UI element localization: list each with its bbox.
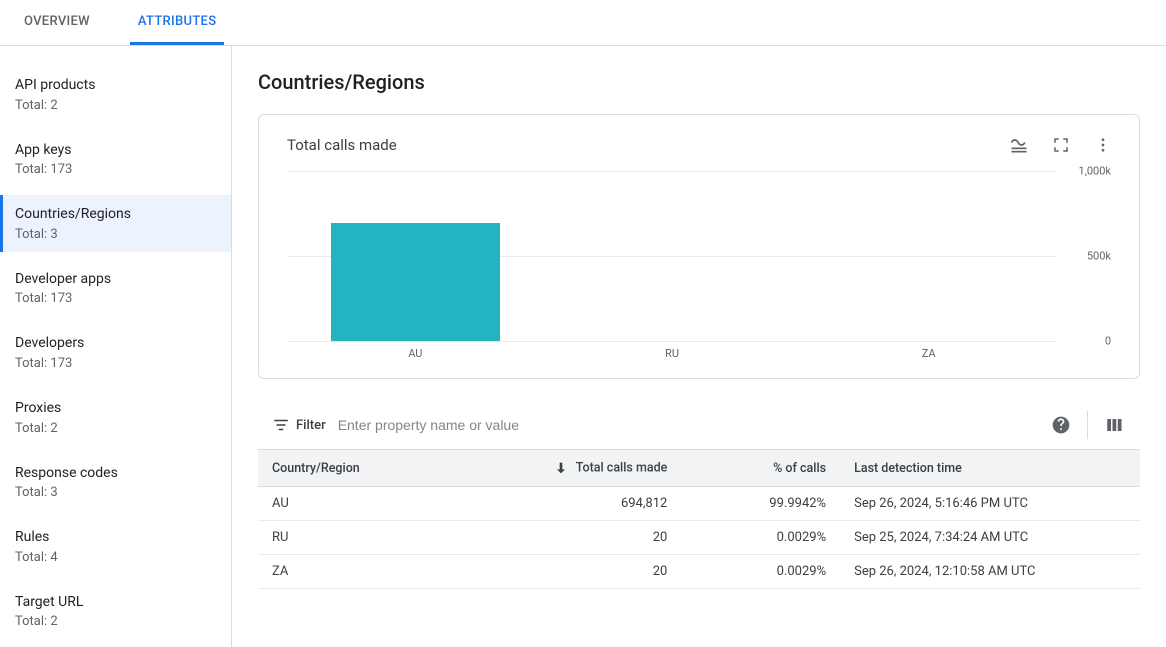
chart: 1,000k500k0 AURUZA (259, 171, 1139, 360)
cell-calls: 20 (523, 521, 682, 555)
table-body: AU694,81299.9942%Sep 26, 2024, 5:16:46 P… (258, 487, 1140, 589)
sidebar-item-label: Proxies (15, 399, 219, 419)
columns-icon[interactable] (1102, 413, 1126, 437)
sidebar-item-total: Total: 3 (15, 485, 219, 500)
cell-country: RU (258, 521, 523, 555)
chart-card: Total calls made (258, 114, 1140, 379)
sidebar-item-total: Total: 2 (15, 98, 219, 113)
sidebar-item[interactable]: Developers Total: 173 (0, 324, 231, 381)
chart-xtick-label: RU (544, 347, 801, 360)
sidebar-item[interactable]: Target URLTotal: 2 (0, 583, 231, 640)
sidebar-item[interactable]: Proxies Total: 2 (0, 389, 231, 446)
table-section: Filter (258, 403, 1140, 589)
col-calls[interactable]: Total calls made (523, 450, 682, 487)
col-pct[interactable]: % of calls (681, 450, 840, 487)
chart-title: Total calls made (287, 136, 397, 154)
sidebar-item-total: Total: 2 (15, 421, 219, 436)
sort-desc-icon (553, 460, 569, 476)
chart-bar-slot (800, 171, 1057, 341)
col-last[interactable]: Last detection time (840, 450, 1140, 487)
sidebar-item-label: Rules (15, 528, 219, 548)
chart-bar (331, 223, 500, 341)
table-row[interactable]: AU694,81299.9942%Sep 26, 2024, 5:16:46 P… (258, 487, 1140, 521)
cell-calls: 20 (523, 555, 682, 589)
cell-country: AU (258, 487, 523, 521)
sidebar-item-label: API products (15, 76, 219, 96)
sidebar-item-total: Total: 173 (15, 356, 219, 371)
tab-attributes[interactable]: ATTRIBUTES (130, 0, 224, 45)
sidebar-item-total: Total: 173 (15, 291, 219, 306)
sidebar-item[interactable]: Developer appsTotal: 173 (0, 260, 231, 317)
fullscreen-icon[interactable] (1049, 133, 1073, 157)
sidebar: API productsTotal: 2App keysTotal: 173Co… (0, 46, 232, 647)
sidebar-item-label: Developer apps (15, 270, 219, 290)
toolbar-divider (1087, 411, 1088, 439)
help-icon[interactable] (1049, 413, 1073, 437)
data-table: Country/Region Total calls made % of cal… (258, 449, 1140, 589)
chart-xtick-label: AU (287, 347, 544, 360)
chart-plot: 1,000k500k0 (287, 171, 1057, 341)
sidebar-item[interactable]: Response codesTotal: 3 (0, 454, 231, 511)
chart-xtick-label: ZA (800, 347, 1057, 360)
chart-bar-slot (287, 171, 544, 341)
chart-ytick-label: 500k (1063, 250, 1111, 263)
table-row[interactable]: RU200.0029%Sep 25, 2024, 7:34:24 AM UTC (258, 521, 1140, 555)
sidebar-item-label: Countries/Regions (15, 205, 219, 225)
chart-xaxis: AURUZA (287, 347, 1057, 360)
sidebar-item[interactable]: App keysTotal: 173 (0, 131, 231, 188)
tab-overview[interactable]: OVERVIEW (16, 0, 98, 45)
cell-last: Sep 26, 2024, 5:16:46 PM UTC (840, 487, 1140, 521)
sidebar-item-label: Response codes (15, 464, 219, 484)
sidebar-item-total: Total: 3 (15, 227, 219, 242)
cell-last: Sep 26, 2024, 12:10:58 AM UTC (840, 555, 1140, 589)
sidebar-item-total: Total: 2 (15, 614, 219, 629)
cell-last: Sep 25, 2024, 7:34:24 AM UTC (840, 521, 1140, 555)
filter-label: Filter (296, 418, 326, 433)
sidebar-item-label: Developers (15, 334, 219, 354)
chart-ytick-label: 1,000k (1063, 165, 1111, 178)
chart-bar-slot (544, 171, 801, 341)
legend-toggle-icon[interactable] (1007, 133, 1031, 157)
main-content: Countries/Regions Total calls made (232, 46, 1166, 647)
chart-gridline (287, 341, 1057, 342)
sidebar-item[interactable]: Rules Total: 4 (0, 518, 231, 575)
cell-pct: 99.9942% (681, 487, 840, 521)
sidebar-item-total: Total: 173 (15, 162, 219, 177)
filter-input[interactable] (338, 417, 1049, 433)
tabs: OVERVIEW ATTRIBUTES (0, 0, 1166, 46)
cell-pct: 0.0029% (681, 521, 840, 555)
cell-pct: 0.0029% (681, 555, 840, 589)
more-options-icon[interactable] (1091, 133, 1115, 157)
sidebar-item-label: App keys (15, 141, 219, 161)
col-country[interactable]: Country/Region (258, 450, 523, 487)
cell-country: ZA (258, 555, 523, 589)
filter-label-group[interactable]: Filter (272, 416, 326, 434)
sidebar-item-total: Total: 4 (15, 550, 219, 565)
sidebar-item[interactable]: API products Total: 2 (0, 66, 231, 123)
page-title: Countries/Regions (258, 70, 1140, 94)
table-row[interactable]: ZA200.0029%Sep 26, 2024, 12:10:58 AM UTC (258, 555, 1140, 589)
chart-ytick-label: 0 (1063, 335, 1111, 348)
cell-calls: 694,812 (523, 487, 682, 521)
filter-icon (272, 416, 290, 434)
sidebar-item[interactable]: Countries/Regions Total: 3 (0, 195, 231, 252)
col-calls-label: Total calls made (576, 460, 668, 475)
